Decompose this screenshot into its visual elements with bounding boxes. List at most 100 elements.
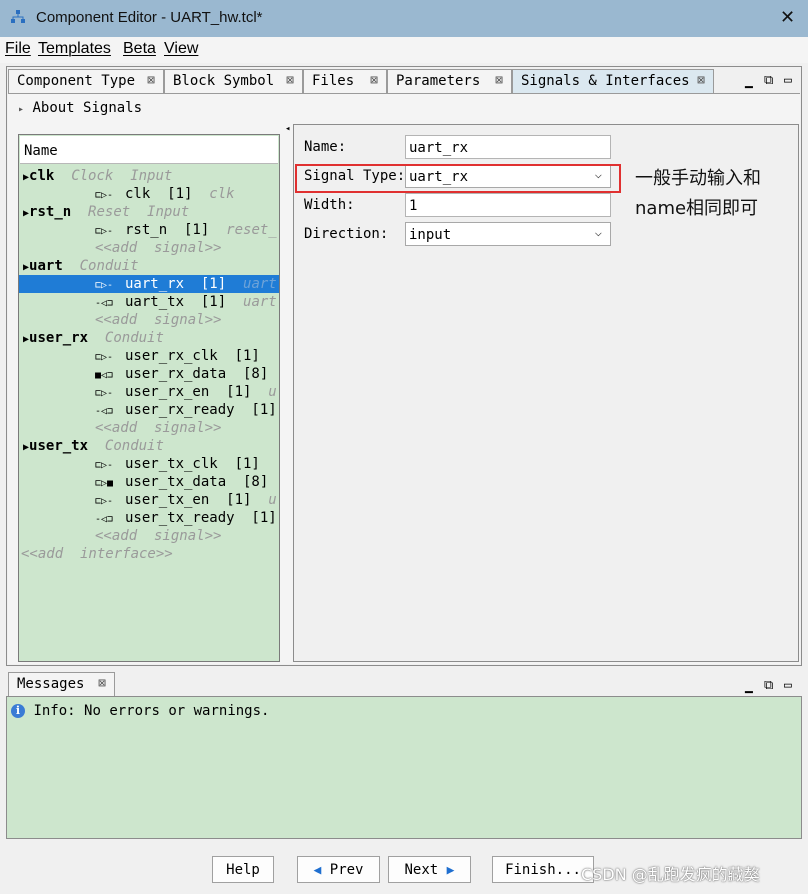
close-tab-icon[interactable]: ⊠ xyxy=(697,73,705,88)
add-interface-link[interactable]: <<add interface>> xyxy=(21,546,173,562)
interface-row[interactable]: ▶rst_n Reset Input xyxy=(19,203,279,221)
splitter-handle[interactable]: ◂ xyxy=(285,124,293,664)
interface-row[interactable]: ▶user_tx Conduit xyxy=(19,437,279,455)
tab-label: Files xyxy=(312,73,355,89)
minimize-icon[interactable]: ▁ xyxy=(745,74,753,89)
width-field[interactable]: 1 xyxy=(405,193,611,217)
tab-label: Signals & Interfaces xyxy=(521,73,690,89)
tab-label: Parameters xyxy=(396,73,481,89)
add-signal-link[interactable]: <<add signal>> xyxy=(95,240,221,256)
component-editor-icon xyxy=(11,10,25,23)
signal-name: user_rx_en [1] xyxy=(125,384,252,400)
tab-label: Messages xyxy=(17,676,85,692)
tab-files[interactable]: Files ⊠ xyxy=(303,69,387,93)
tab-label: Component Type xyxy=(17,73,136,89)
interface-type: Conduit xyxy=(104,330,164,346)
name-value: uart_rx xyxy=(409,140,469,156)
close-tab-icon[interactable]: ⊠ xyxy=(147,73,155,88)
name-label: Name: xyxy=(304,139,347,155)
menu-view[interactable]: View xyxy=(164,40,198,58)
finish-button-label: Finish... xyxy=(505,862,581,878)
signals-tree[interactable]: Name ▶clk Clock Input ⊏▷- clk [1] clk ▶rst_… xyxy=(18,134,280,662)
add-interface-row[interactable]: <<add interface>> xyxy=(19,545,279,563)
add-signal-row[interactable]: <<add signal>> xyxy=(19,527,279,545)
next-button-label: Next xyxy=(404,862,439,878)
tab-label: Block Symbol xyxy=(173,73,275,89)
signal-row[interactable]: ⊏▷■ user_tx_data [8] xyxy=(19,473,279,491)
close-tab-icon[interactable]: ⊠ xyxy=(286,73,294,88)
signal-row[interactable]: ⊏▷- user_tx_clk [1] xyxy=(19,455,279,473)
signal-role: u xyxy=(268,384,277,400)
signal-role: clk xyxy=(209,186,235,202)
add-signal-link[interactable]: <<add signal>> xyxy=(95,528,221,544)
interface-row[interactable]: ▶uart Conduit xyxy=(19,257,279,275)
signal-row[interactable]: ⊏▷- user_rx_clk [1] xyxy=(19,347,279,365)
menu-templates[interactable]: Templates xyxy=(38,40,111,58)
tab-component-type[interactable]: Component Type ⊠ xyxy=(8,69,164,93)
tab-messages[interactable]: Messages ⊠ xyxy=(8,672,115,697)
about-signals-toggle[interactable]: ▸ About Signals xyxy=(18,100,142,116)
annotation-line-2: name相同即可 xyxy=(635,198,759,219)
interface-type: Conduit xyxy=(104,438,164,454)
window-titlebar: Component Editor - UART_hw.tcl* ✕ xyxy=(0,0,808,37)
menu-file[interactable]: File xyxy=(5,40,31,58)
signal-role: reset_ xyxy=(226,222,277,238)
signal-row[interactable]: ⊏▷- user_rx_en [1] u xyxy=(19,383,279,401)
help-button-label: Help xyxy=(226,862,260,878)
arrow-left-icon: ◀ xyxy=(313,863,322,878)
close-tab-icon[interactable]: ⊠ xyxy=(370,73,378,88)
next-button[interactable]: Next ▶ xyxy=(388,856,471,883)
info-message: i Info: No errors or warnings. xyxy=(11,703,269,719)
chevron-down-icon: ⌵ xyxy=(594,225,602,239)
close-window-icon[interactable]: ✕ xyxy=(780,7,795,28)
signal-name: uart_rx [1] xyxy=(125,276,227,292)
signal-row[interactable]: ■◁⊐ user_rx_data [8] xyxy=(19,365,279,383)
interface-type: Clock Input xyxy=(71,168,173,184)
tab-block-symbol[interactable]: Block Symbol ⊠ xyxy=(164,69,303,93)
tree-column-header: Name xyxy=(20,136,278,164)
signal-row[interactable]: ⊏▷- clk [1] clk xyxy=(19,185,279,203)
tab-signals-interfaces[interactable]: Signals & Interfaces ⊠ xyxy=(512,69,714,93)
interface-name: user_tx xyxy=(29,438,89,454)
signal-row[interactable]: ⊏▷- uart_rx [1] uart xyxy=(19,275,279,293)
close-tab-icon[interactable]: ⊠ xyxy=(98,676,106,691)
width-value: 1 xyxy=(409,198,418,214)
about-signals-label: About Signals xyxy=(32,100,143,116)
signal-row[interactable]: ⊏▷- user_tx_en [1] u xyxy=(19,491,279,509)
maximize-icon[interactable]: ▭ xyxy=(784,73,792,88)
signal-name: clk [1] xyxy=(125,186,193,202)
prev-button[interactable]: ◀ Prev xyxy=(297,856,380,883)
finish-button[interactable]: Finish... xyxy=(492,856,594,883)
restore-icon[interactable]: ⧉ xyxy=(764,678,773,693)
tab-parameters[interactable]: Parameters ⊠ xyxy=(387,69,512,93)
close-tab-icon[interactable]: ⊠ xyxy=(495,73,503,88)
watermark: CSDN @乱跑发疯的藏獒 xyxy=(581,865,760,884)
signal-type-highlight-box xyxy=(295,164,621,193)
signal-name: user_tx_ready [1] xyxy=(125,510,277,526)
interface-row[interactable]: ▶user_rx Conduit xyxy=(19,329,279,347)
add-signal-link[interactable]: <<add signal>> xyxy=(95,312,221,328)
signal-row[interactable]: -◁⊐ uart_tx [1] uart xyxy=(19,293,279,311)
direction-combobox[interactable]: input ⌵ xyxy=(405,222,611,246)
add-signal-link[interactable]: <<add signal>> xyxy=(95,420,221,436)
interface-name: user_rx xyxy=(29,330,89,346)
help-button[interactable]: Help xyxy=(212,856,274,883)
add-signal-row[interactable]: <<add signal>> xyxy=(19,239,279,257)
minimize-icon[interactable]: ▁ xyxy=(745,679,753,694)
signal-name: user_rx_clk [1] xyxy=(125,348,260,364)
direction-label: Direction: xyxy=(304,226,389,242)
name-field[interactable]: uart_rx xyxy=(405,135,611,159)
window-title: Component Editor - UART_hw.tcl* xyxy=(36,9,263,26)
signal-row[interactable]: ⊏▷- rst_n [1] reset_ xyxy=(19,221,279,239)
info-text: No errors or warnings. xyxy=(84,703,270,719)
maximize-icon[interactable]: ▭ xyxy=(784,678,792,693)
interface-row[interactable]: ▶clk Clock Input xyxy=(19,167,279,185)
width-label: Width: xyxy=(304,197,355,213)
signal-role: uart xyxy=(243,276,277,292)
signal-row[interactable]: -◁⊐ user_tx_ready [1] xyxy=(19,509,279,527)
add-signal-row[interactable]: <<add signal>> xyxy=(19,419,279,437)
add-signal-row[interactable]: <<add signal>> xyxy=(19,311,279,329)
restore-icon[interactable]: ⧉ xyxy=(764,73,773,88)
menu-beta[interactable]: Beta xyxy=(123,40,156,58)
signal-row[interactable]: -◁⊐ user_rx_ready [1] xyxy=(19,401,279,419)
